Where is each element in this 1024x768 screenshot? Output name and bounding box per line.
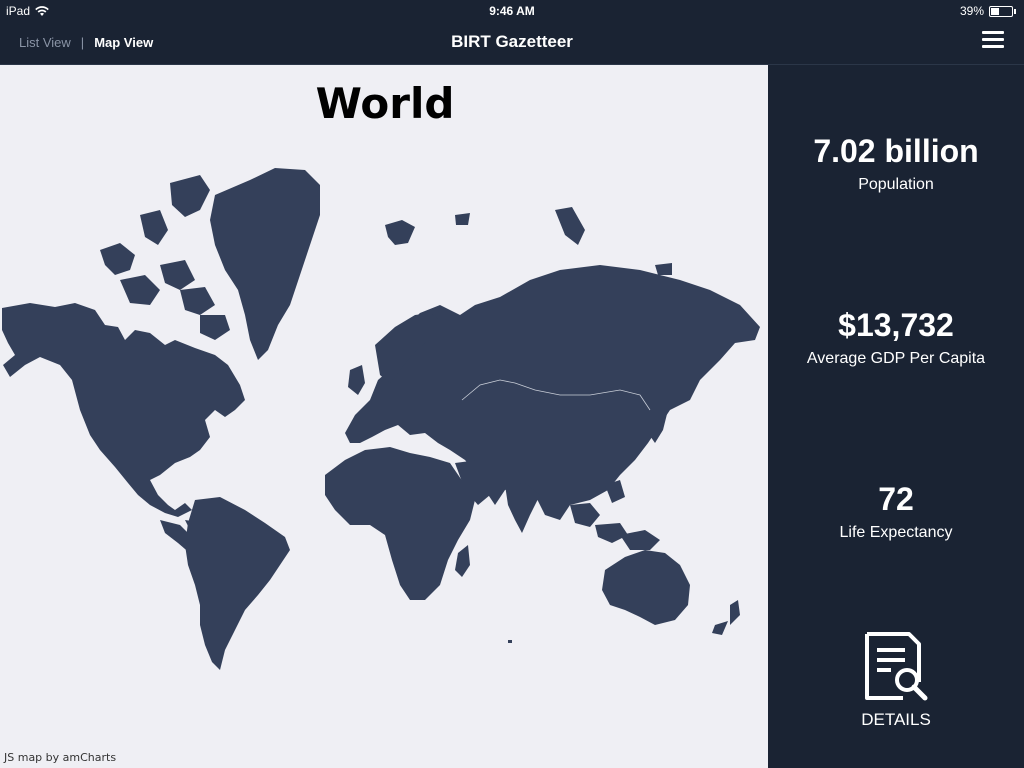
new-zealand — [712, 600, 740, 635]
map-area: World JS map by amCharts — [0, 65, 768, 768]
status-right: 39% — [960, 4, 1016, 18]
madagascar — [455, 545, 470, 577]
south-america — [185, 497, 290, 670]
canadian-islands — [100, 175, 230, 340]
battery-level — [991, 7, 999, 15]
map-credit[interactable]: JS map by amCharts — [4, 751, 116, 764]
battery-nub — [1014, 8, 1016, 14]
life-expectancy-label: Life Expectancy — [839, 524, 953, 541]
gdp-stat: $13,732 Average GDP Per Capita — [768, 307, 1024, 368]
app-title: BIRT Gazetteer — [451, 32, 573, 51]
uk — [348, 365, 365, 395]
status-time: 9:46 AM — [489, 4, 535, 18]
small-island — [508, 640, 512, 643]
hamburger-menu-icon[interactable] — [982, 31, 1004, 51]
battery-percent: 39% — [959, 4, 984, 18]
iceland — [385, 220, 415, 245]
population-stat: 7.02 billion Population — [768, 133, 1024, 194]
battery-icon — [989, 5, 1013, 17]
details-label: DETAILS — [861, 710, 931, 729]
life-expectancy-stat: 72 Life Expectancy — [768, 481, 1024, 542]
gdp-value: $13,732 — [838, 307, 954, 343]
details-button[interactable]: DETAILS — [768, 630, 1024, 730]
arctic-islands — [455, 207, 672, 275]
life-expectancy-value: 72 — [878, 481, 914, 517]
world-map[interactable] — [0, 65, 768, 768]
population-value: 7.02 billion — [813, 133, 979, 169]
nav-bar: List View | Map View BIRT Gazetteer — [0, 22, 1024, 65]
africa — [325, 447, 475, 600]
document-search-icon — [865, 632, 928, 701]
gdp-label: Average GDP Per Capita — [806, 350, 986, 367]
status-bar: iPad 9:46 AM 39% — [0, 0, 1024, 22]
map-title: World — [315, 79, 455, 128]
population-label: Population — [858, 176, 934, 193]
australia — [602, 550, 690, 625]
stats-sidebar: 7.02 billion Population $13,732 Average … — [768, 65, 1024, 768]
